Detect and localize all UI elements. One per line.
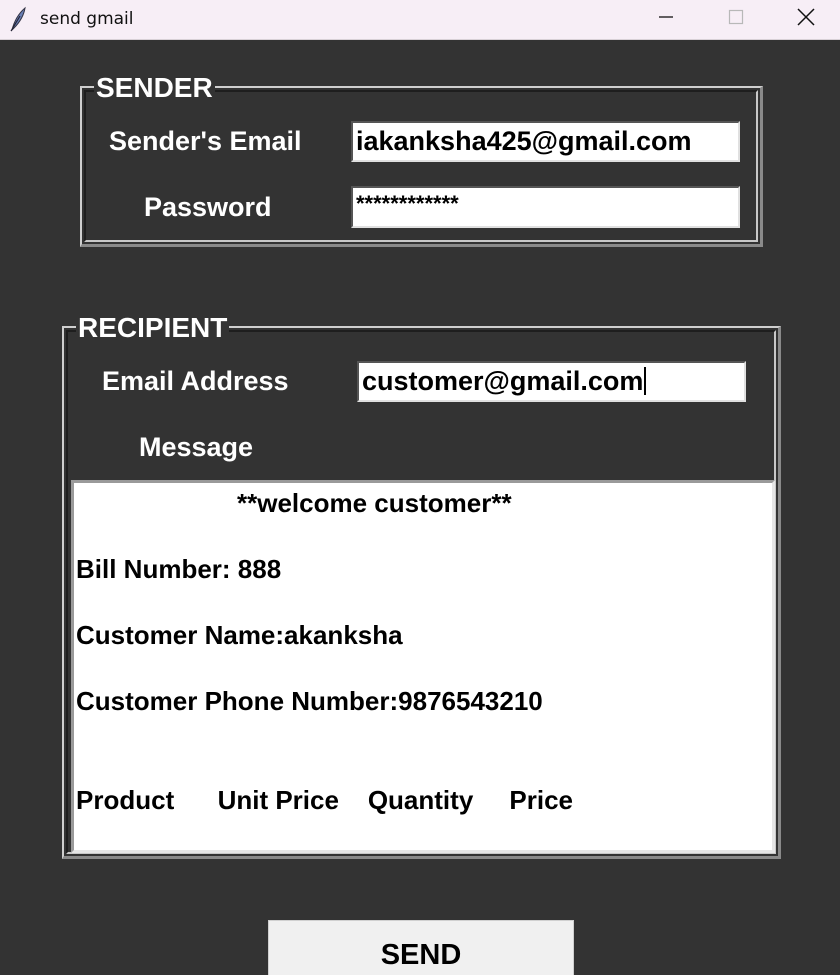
- send-button[interactable]: SEND: [268, 920, 574, 975]
- window-title: send gmail: [40, 9, 134, 29]
- sender-frame-title: SENDER: [94, 72, 215, 103]
- message-line: **welcome customer**: [237, 488, 512, 518]
- text-caret: [644, 367, 647, 395]
- sender-email-input[interactable]: iakanksha425@gmail.com: [351, 121, 740, 162]
- message-textbox[interactable]: **welcome customer** Bill Number: 888 Cu…: [71, 480, 775, 853]
- password-input[interactable]: ************: [351, 186, 740, 228]
- title-bar[interactable]: send gmail: [0, 0, 840, 40]
- close-icon: [797, 8, 815, 31]
- recipient-frame-title: RECIPIENT: [76, 312, 230, 343]
- password-label: Password: [144, 192, 272, 222]
- send-gmail-window: send gmail SENDER Sender's Email iakanks…: [0, 0, 840, 975]
- sender-email-value: iakanksha425@gmail.com: [356, 126, 692, 156]
- sender-email-label: Sender's Email: [109, 126, 302, 156]
- message-line: Bill Number: 888: [76, 554, 282, 584]
- recipient-email-input[interactable]: customer@gmail.com: [357, 361, 746, 402]
- recipient-email-value: customer@gmail.com: [362, 366, 644, 396]
- message-line: Customer Phone Number:9876543210: [76, 686, 543, 716]
- recipient-email-label: Email Address: [102, 366, 289, 396]
- minimize-icon: [658, 9, 674, 30]
- message-label: Message: [139, 432, 254, 462]
- maximize-icon: [728, 9, 744, 30]
- message-line: Customer Name:akanksha: [76, 620, 403, 650]
- password-value: ************: [356, 191, 459, 216]
- feather-icon: [8, 6, 28, 32]
- close-button[interactable]: [776, 0, 836, 39]
- message-line: Product Unit Price Quantity Price: [76, 785, 573, 815]
- minimize-button[interactable]: [636, 0, 696, 39]
- maximize-button[interactable]: [706, 0, 766, 39]
